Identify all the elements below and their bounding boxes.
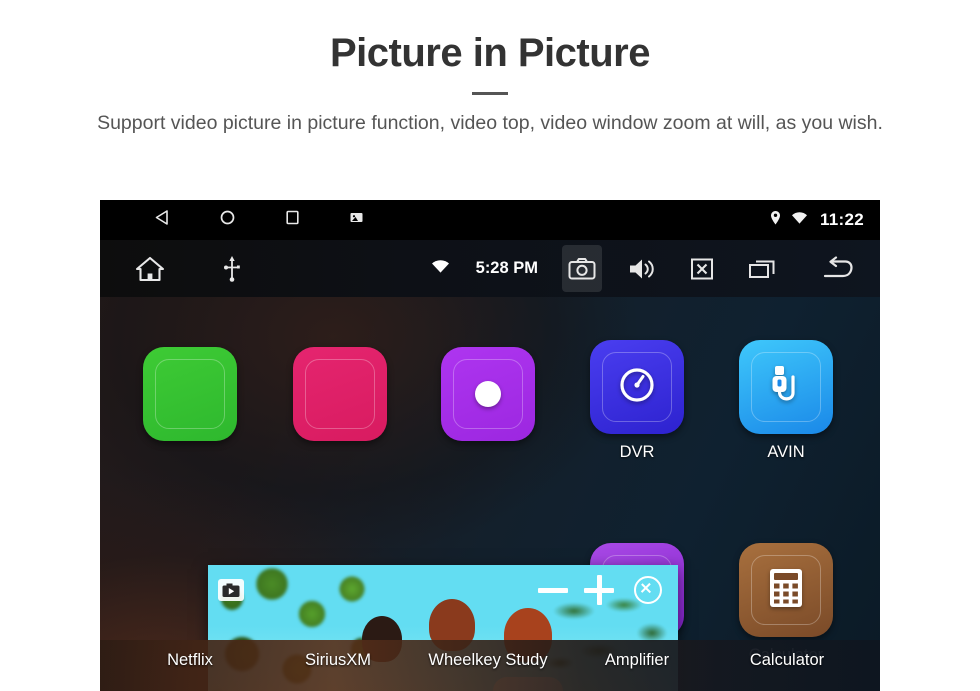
dock-label-netflix[interactable]: Netflix — [110, 651, 270, 670]
dock-label-siriusxm[interactable]: SiriusXM — [258, 651, 418, 670]
app-label-avin: AVIN — [767, 443, 805, 461]
toolbar-time: 5:28 PM — [475, 259, 538, 277]
pip-controls-bar — [208, 565, 678, 615]
device-screen: 11:22 5:28 PM DVR AVIN Netflix SiriusXM … — [100, 200, 880, 691]
camera-icon[interactable] — [562, 245, 602, 292]
home-circle-icon[interactable] — [219, 209, 236, 231]
back-arrow-icon[interactable] — [818, 245, 858, 292]
recents-square-icon[interactable] — [284, 209, 301, 231]
close-box-icon[interactable] — [682, 245, 722, 292]
dock-label-amplifier[interactable]: Amplifier — [557, 651, 717, 670]
dock-label-strip: Netflix SiriusXM Wheelkey Study Amplifie… — [100, 640, 880, 691]
toolbar-wifi-icon — [431, 259, 450, 279]
pip-zoom-in-button[interactable] — [584, 575, 614, 605]
calculator-icon — [765, 565, 807, 616]
recent-apps-icon[interactable] — [742, 245, 782, 292]
volume-icon[interactable] — [622, 245, 662, 292]
page-title: Picture in Picture — [330, 31, 650, 75]
promo-header: Picture in Picture Support video picture… — [0, 0, 980, 138]
dock-label-calculator[interactable]: Calculator — [707, 651, 867, 670]
usb-icon[interactable] — [212, 245, 252, 292]
app-icon-hidden-1[interactable] — [120, 347, 260, 441]
app-toolbar: 5:28 PM — [100, 240, 880, 297]
dock-label-wheelkey-study[interactable]: Wheelkey Study — [408, 651, 568, 670]
pip-close-button[interactable] — [634, 576, 662, 604]
avin-plug-icon — [763, 361, 809, 414]
pip-camera-icon[interactable] — [218, 579, 244, 601]
home-icon[interactable] — [130, 245, 170, 292]
screenshot-icon[interactable] — [349, 210, 364, 230]
location-pin-icon — [769, 210, 782, 231]
back-triangle-icon[interactable] — [154, 209, 171, 231]
app-label-dvr: DVR — [619, 443, 655, 461]
page-subtitle: Support video picture in picture functio… — [97, 112, 883, 134]
app-icon-dvr[interactable]: DVR — [567, 340, 707, 462]
wifi-icon — [791, 211, 808, 230]
app-icon-avin[interactable]: AVIN — [716, 340, 856, 462]
status-clock: 11:22 — [819, 210, 864, 229]
app-icon-hidden-3[interactable] — [418, 347, 558, 441]
android-status-bar: 11:22 — [100, 200, 880, 240]
app-icon-hidden-2[interactable] — [270, 347, 410, 441]
dvr-gauge-icon — [613, 361, 661, 414]
title-divider — [472, 92, 508, 95]
pip-zoom-out-button[interactable] — [538, 587, 568, 593]
